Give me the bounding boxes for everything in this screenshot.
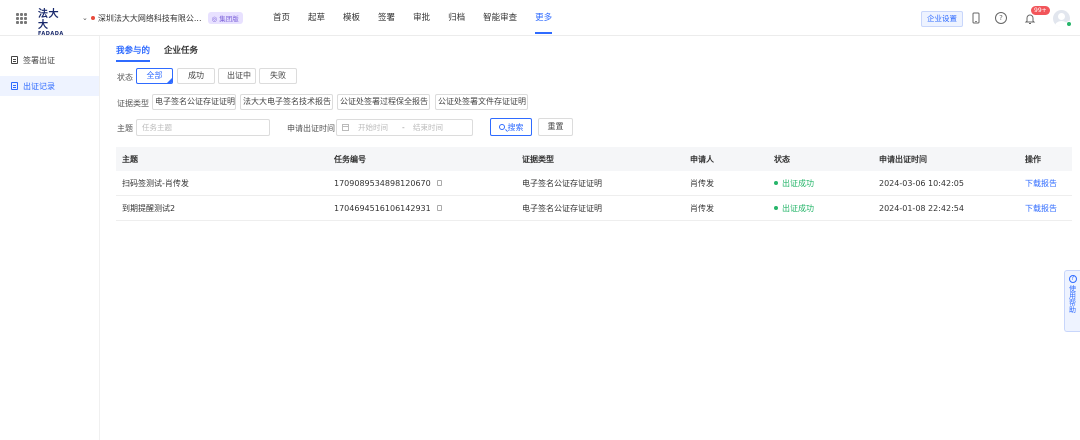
search-button[interactable]: 搜索: [490, 118, 532, 136]
copy-icon[interactable]: [437, 180, 443, 186]
row-task-no: 1704694516106142931: [334, 203, 431, 213]
subject-input[interactable]: 任务主题: [136, 119, 270, 136]
evidence-type-label: 证据类型: [117, 99, 149, 108]
org-status-dot-icon: [90, 16, 95, 20]
nav-item-more[interactable]: 更多: [535, 0, 553, 36]
logo-cn: 法大大: [38, 9, 59, 31]
usage-help-label: 使用帮助: [1068, 285, 1077, 313]
table-row: 到期提醒测试2 1704694516106142931 电子签名公证存证证明 肖…: [116, 196, 1072, 221]
tab-mine[interactable]: 我参与的: [116, 44, 151, 62]
sidebar-item-label: 出证记录: [23, 81, 55, 91]
row-status: 出证成功: [768, 178, 873, 189]
org-name: 深圳法大大网络科技有限公...: [97, 13, 202, 23]
row-apply-time: 2024-03-06 10:42:05: [879, 178, 964, 188]
end-date-input[interactable]: 结束时间: [413, 122, 443, 133]
sidebar: 签署出证 出证记录: [0, 36, 100, 440]
row-task-no: 1709089534898120670: [334, 178, 431, 188]
download-report-link[interactable]: 下载报告: [1019, 178, 1072, 189]
help-icon[interactable]: ?: [995, 12, 1007, 24]
document-icon: [11, 56, 18, 64]
date-range-picker[interactable]: 开始时间 - 结束时间: [336, 119, 473, 136]
online-check-icon: [1066, 21, 1072, 27]
main-nav: 首页 起草 模板 签署 审批 归档 智能审查 更多: [273, 0, 570, 36]
row-subject: 到期提醒测试2: [122, 203, 176, 213]
type-option-file-certificate[interactable]: 公证处签署文件存证证明: [435, 94, 528, 110]
row-task-no-cell: 1709089534898120670: [328, 179, 516, 188]
reset-button[interactable]: 重置: [538, 118, 573, 136]
apply-time-label: 申请出证时间: [287, 124, 335, 133]
nav-item-sign[interactable]: 签署: [378, 0, 395, 36]
range-separator: -: [402, 123, 405, 132]
nav-item-smart-review[interactable]: 智能审查: [483, 0, 517, 36]
search-button-label: 搜索: [507, 122, 524, 132]
record-tabs: 我参与的 企业任务: [116, 44, 198, 62]
type-option-process-preservation[interactable]: 公证处签署过程保全报告: [337, 94, 430, 110]
type-option-notary-certificate[interactable]: 电子签名公证存证证明: [152, 94, 236, 110]
usage-help-button[interactable]: ? 使用帮助: [1064, 270, 1080, 332]
row-apply-time: 2024-01-08 22:42:54: [879, 203, 964, 213]
column-header-apply-time: 申请出证时间: [879, 154, 927, 164]
column-header-evidence-type: 证据类型: [522, 154, 554, 164]
nav-item-templates[interactable]: 模板: [343, 0, 360, 36]
status-option-success[interactable]: 成功: [177, 68, 215, 84]
row-applicant: 肖传发: [690, 178, 714, 188]
column-header-status: 状态: [774, 154, 790, 164]
subject-label: 主题: [117, 124, 133, 133]
download-report-link[interactable]: 下载报告: [1019, 203, 1072, 214]
column-header-applicant: 申请人: [690, 154, 714, 164]
app-grid-icon[interactable]: [16, 13, 27, 24]
status-option-processing[interactable]: 出证中: [218, 68, 256, 84]
enterprise-settings-button[interactable]: 企业设置: [921, 11, 963, 27]
sidebar-item-sign-certify[interactable]: 签署出证: [0, 50, 99, 70]
copy-icon[interactable]: [437, 205, 443, 211]
column-header-subject: 主题: [122, 154, 138, 164]
column-header-task-no: 任务编号: [334, 154, 366, 164]
row-task-no-cell: 1704694516106142931: [328, 204, 516, 213]
organization-selector[interactable]: ⌄ 深圳法大大网络科技有限公... ◎ 集团版: [82, 11, 243, 25]
search-icon: [498, 124, 505, 130]
calendar-icon: [342, 124, 349, 131]
status-option-failed[interactable]: 失败: [259, 68, 297, 84]
chevron-down-icon: ⌄: [82, 14, 88, 22]
tab-enterprise-tasks[interactable]: 企业任务: [164, 44, 198, 60]
status-filter-label: 状态: [117, 73, 133, 82]
sidebar-item-certify-records[interactable]: 出证记录: [0, 76, 99, 96]
nav-item-archive[interactable]: 归档: [448, 0, 465, 36]
notification-count-badge: 99+: [1031, 6, 1050, 15]
question-icon: ?: [1068, 275, 1077, 283]
row-evidence-type: 电子签名公证存证证明: [522, 203, 602, 213]
mobile-icon[interactable]: [970, 12, 982, 24]
table-row: 扫码签测试-肖传发 1709089534898120670 电子签名公证存证证明…: [116, 171, 1072, 196]
row-subject: 扫码签测试-肖传发: [122, 178, 189, 188]
org-edition-badge: ◎ 集团版: [207, 12, 243, 24]
row-status: 出证成功: [768, 203, 873, 214]
table-header: 主题 任务编号 证据类型 申请人 状态 申请出证时间 操作: [116, 147, 1072, 171]
logo[interactable]: 法大大 FADADA: [38, 9, 66, 37]
top-navigation-bar: 法大大 FADADA ⌄ 深圳法大大网络科技有限公... ◎ 集团版 首页 起草…: [0, 0, 1080, 37]
status-option-all[interactable]: 全部: [136, 68, 173, 84]
row-evidence-type: 电子签名公证存证证明: [522, 178, 602, 188]
nav-item-draft[interactable]: 起草: [308, 0, 325, 36]
type-option-tech-report[interactable]: 法大大电子签名技术报告: [240, 94, 333, 110]
row-applicant: 肖传发: [690, 203, 714, 213]
start-date-input[interactable]: 开始时间: [358, 122, 402, 133]
records-table: 主题 任务编号 证据类型 申请人 状态 申请出证时间 操作 扫码签测试-肖传发 …: [116, 147, 1072, 221]
nav-item-home[interactable]: 首页: [273, 0, 290, 36]
nav-item-approval[interactable]: 审批: [413, 0, 430, 36]
sidebar-item-label: 签署出证: [23, 55, 55, 65]
record-icon: [11, 82, 18, 90]
column-header-action: 操作: [1025, 154, 1041, 164]
